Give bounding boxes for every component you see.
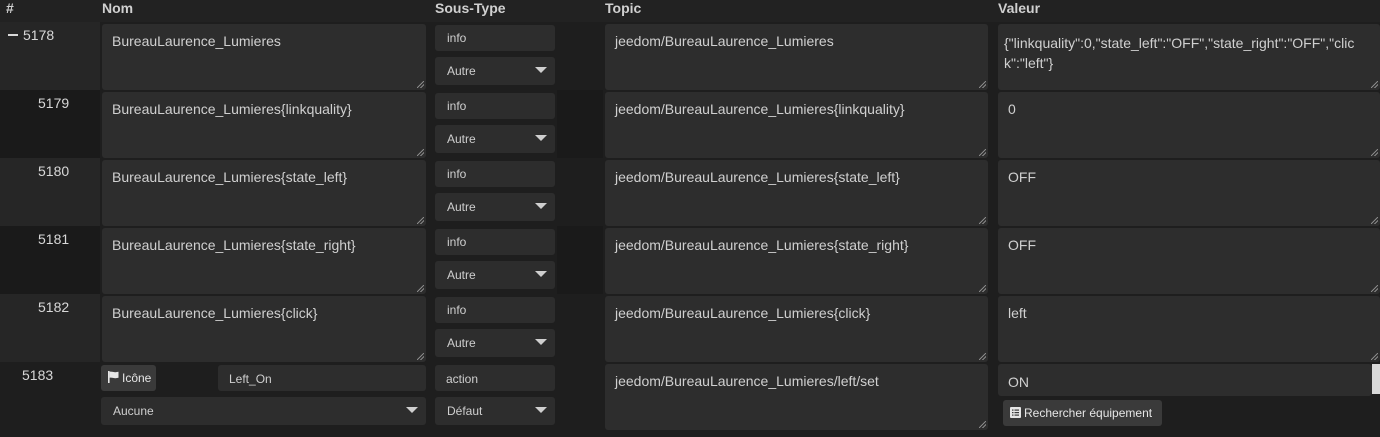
subtype-select[interactable]: Autre <box>435 193 555 221</box>
header-subtype: Sous-Type <box>435 0 506 16</box>
topic-field[interactable]: jeedom/BureauLaurence_Lumieres <box>605 24 988 90</box>
row-id: 5179 <box>38 95 70 111</box>
type-field[interactable]: info <box>435 161 555 187</box>
chevron-down-icon <box>535 407 547 413</box>
topic-field[interactable]: jeedom/BureauLaurence_Lumieres/left/set <box>605 364 988 430</box>
topic-field[interactable]: jeedom/BureauLaurence_Lumieres{state_rig… <box>605 228 988 294</box>
value-field[interactable]: left <box>998 296 1380 362</box>
value-field[interactable]: OFF <box>998 228 1380 294</box>
scrollbar[interactable] <box>1372 364 1380 394</box>
name-field[interactable]: BureauLaurence_Lumieres{click} <box>102 296 426 362</box>
name-field[interactable]: BureauLaurence_Lumieres <box>102 24 426 90</box>
name-field[interactable]: BureauLaurence_Lumieres{state_right} <box>102 228 426 294</box>
type-field[interactable]: info <box>435 229 555 255</box>
type-field[interactable]: info <box>435 297 555 323</box>
chevron-down-icon <box>535 203 547 209</box>
collapse-icon[interactable] <box>8 34 18 36</box>
table-row: 5179 BureauLaurence_Lumieres{linkquality… <box>0 90 1380 158</box>
table-row: 5182 BureauLaurence_Lumieres{click} info… <box>0 294 1380 362</box>
icon-button[interactable]: Icône <box>101 365 156 391</box>
table-row: 5178 BureauLaurence_Lumieres info Autre … <box>0 22 1380 90</box>
row-id: 5180 <box>38 163 70 179</box>
row-id: 5181 <box>38 231 70 247</box>
chevron-down-icon <box>535 271 547 277</box>
table-row: 5180 BureauLaurence_Lumieres{state_left}… <box>0 158 1380 226</box>
table-row: 5181 BureauLaurence_Lumieres{state_right… <box>0 226 1380 294</box>
icon-select[interactable]: Aucune <box>101 397 426 425</box>
topic-field[interactable]: jeedom/BureauLaurence_Lumieres{state_lef… <box>605 160 988 226</box>
search-equipment-button[interactable]: Rechercher équipement <box>1003 400 1162 426</box>
topic-field[interactable]: jeedom/BureauLaurence_Lumieres{linkquali… <box>605 92 988 158</box>
type-field[interactable]: info <box>435 93 555 119</box>
topic-field[interactable]: jeedom/BureauLaurence_Lumieres{click} <box>605 296 988 362</box>
value-field[interactable]: 0 <box>998 92 1380 158</box>
value-field[interactable]: OFF <box>998 160 1380 226</box>
subtype-select[interactable]: Autre <box>435 261 555 289</box>
type-field[interactable]: action <box>435 365 555 391</box>
subtype-select[interactable]: Défaut <box>435 397 555 425</box>
list-icon <box>1010 407 1021 418</box>
header-value: Valeur <box>998 0 1041 16</box>
type-field[interactable]: info <box>435 25 555 51</box>
header-name: Nom <box>102 0 134 16</box>
subtype-select[interactable]: Autre <box>435 125 555 153</box>
flag-icon <box>108 371 119 383</box>
header-topic: Topic <box>605 0 642 16</box>
subtype-select[interactable]: Autre <box>435 329 555 357</box>
row-id: 5178 <box>8 27 54 43</box>
chevron-down-icon <box>535 339 547 345</box>
header-id: # <box>6 0 14 16</box>
chevron-down-icon <box>535 135 547 141</box>
row-id: 5182 <box>38 299 70 315</box>
value-field[interactable]: {"linkquality":0,"state_left":"OFF","sta… <box>998 24 1380 90</box>
chevron-down-icon <box>535 67 547 73</box>
name-field[interactable]: BureauLaurence_Lumieres{linkquality} <box>102 92 426 158</box>
table-header: # Nom Sous-Type Topic Valeur <box>0 0 1380 22</box>
table-row: 5183 Icône Left_On Aucune action Défaut … <box>0 362 1380 437</box>
row-id: 5183 <box>22 367 54 383</box>
subtype-select[interactable]: Autre <box>435 57 555 85</box>
value-field[interactable]: ON <box>998 364 1372 396</box>
name-field[interactable]: BureauLaurence_Lumieres{state_left} <box>102 160 426 226</box>
name-field[interactable]: Left_On <box>218 365 426 391</box>
chevron-down-icon <box>406 407 418 413</box>
